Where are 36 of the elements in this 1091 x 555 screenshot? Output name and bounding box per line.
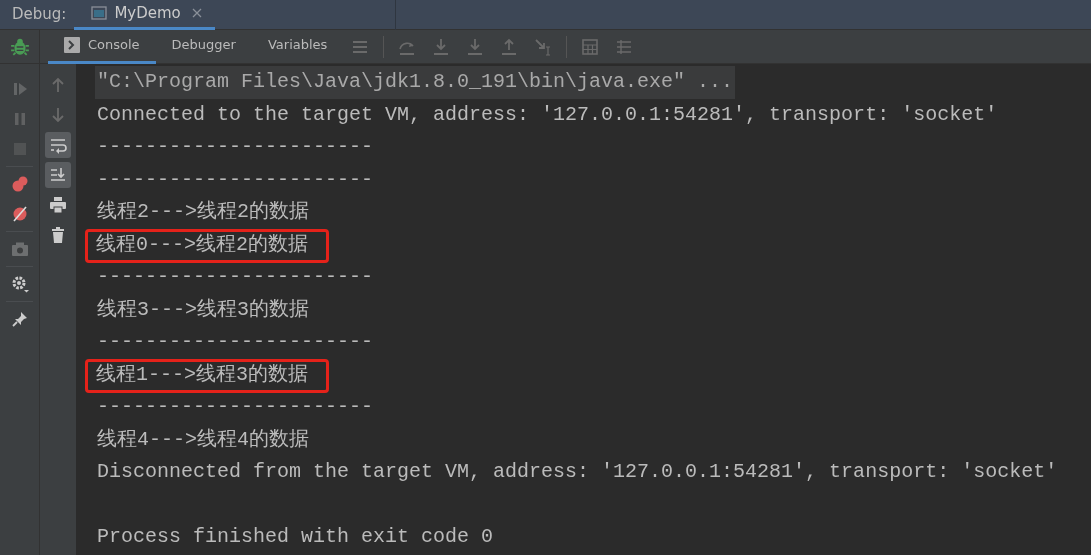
output-line: ----------------------- xyxy=(96,264,375,290)
print-icon xyxy=(49,196,67,214)
output-line: Connected to the target VM, address: '127.0.0.1:54281', transport: 'socket' xyxy=(96,101,999,128)
soft-wrap-toggle[interactable] xyxy=(45,132,71,158)
run-to-cursor-icon[interactable] xyxy=(534,37,553,56)
arrow-down-icon[interactable] xyxy=(466,37,485,56)
tab[interactable]: Console xyxy=(48,29,156,64)
scroll-to-end-icon xyxy=(49,166,67,184)
output-line: Process finished with exit code 0 xyxy=(96,524,495,550)
list-icon[interactable] xyxy=(615,37,634,56)
mute-breakpoints-icon[interactable] xyxy=(10,205,29,223)
scroll-to-end-toggle[interactable] xyxy=(45,162,71,188)
output-line: 线程2--->线程2的数据 xyxy=(96,199,310,225)
output-line: 线程3--->线程3的数据 xyxy=(96,296,310,323)
settings-icon[interactable] xyxy=(10,275,29,293)
calculator-icon[interactable] xyxy=(581,37,600,56)
soft-wrap-icon xyxy=(49,136,67,154)
tab[interactable]: Variables xyxy=(251,29,344,64)
step-out-icon[interactable] xyxy=(500,37,519,56)
output-line: ----------------------- xyxy=(96,394,375,420)
output-line: ----------------------- xyxy=(96,329,375,355)
bug-icon[interactable] xyxy=(9,36,30,57)
window-icon xyxy=(90,4,109,22)
pin-icon[interactable] xyxy=(10,310,29,328)
trash-icon xyxy=(49,226,67,244)
output-line: 线程4--->线程4的数据 xyxy=(96,426,310,453)
output-line: ----------------------- xyxy=(96,166,375,193)
breakpoints-icon[interactable] xyxy=(10,175,29,193)
close-icon[interactable] xyxy=(190,7,203,19)
output-line: ----------------------- xyxy=(96,134,375,160)
output-line: Disconnected from the target VM, address: '127.0.0.1:54281', transport: 'socket' xyxy=(96,459,1059,485)
panel-label: Debug: xyxy=(11,4,68,25)
tab[interactable]: Debugger xyxy=(155,29,252,64)
terminal-icon xyxy=(64,37,80,53)
down-arrow-icon xyxy=(49,106,67,124)
step-into-icon[interactable] xyxy=(432,37,451,56)
